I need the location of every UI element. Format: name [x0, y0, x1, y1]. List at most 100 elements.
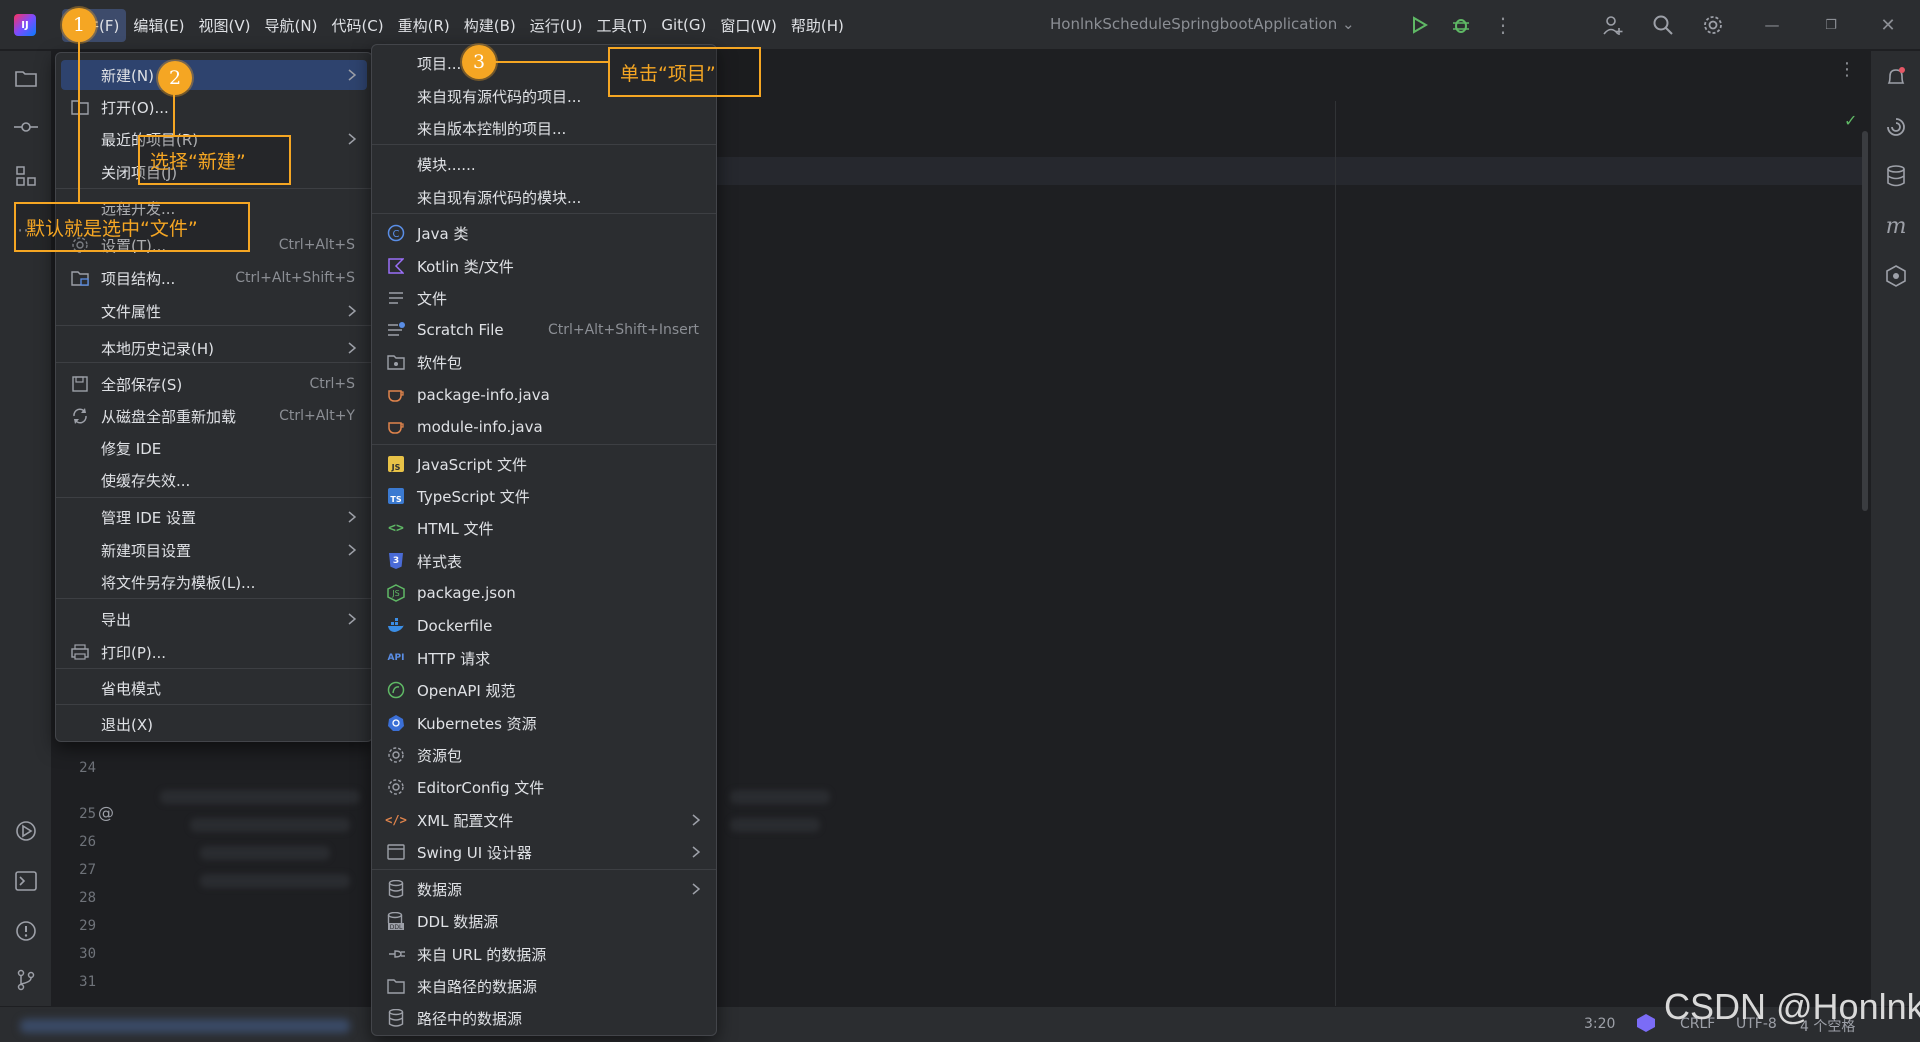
new-menu-item-22[interactable]: 资源包: [377, 740, 711, 770]
file-menu-item-20[interactable]: 退出(X): [61, 709, 367, 739]
new-menu-item-18[interactable]: Dockerfile: [377, 611, 711, 641]
editorconfig-icon: [387, 778, 405, 796]
file-menu-item-17[interactable]: 导出: [61, 604, 367, 634]
file-menu-item-label: 管理 IDE 设置: [101, 508, 196, 527]
commit-icon[interactable]: [11, 112, 41, 142]
new-menu-item-13[interactable]: JS JavaScript 文件: [377, 449, 711, 479]
close-icon[interactable]: ✕: [1875, 12, 1901, 38]
new-menu-item-25[interactable]: Swing UI 设计器: [377, 837, 711, 867]
settings-icon[interactable]: [1700, 12, 1726, 38]
file-menu-item-14[interactable]: 管理 IDE 设置: [61, 502, 367, 532]
gutter-annotation-icon[interactable]: @: [98, 803, 114, 822]
notifications-icon[interactable]: [1881, 63, 1911, 93]
file-menu-item-16[interactable]: 将文件另存为模板(L)...: [61, 567, 367, 597]
new-menu-item-27[interactable]: DDL DDL 数据源: [377, 906, 711, 936]
file-menu-item-7[interactable]: 项目结构... Ctrl+Alt+Shift+S: [61, 263, 367, 293]
menu-edit[interactable]: 编辑(E): [126, 9, 191, 42]
file-menu-item-9[interactable]: 本地历史记录(H): [61, 333, 367, 363]
menu-separator: [56, 325, 372, 326]
new-menu-item-28[interactable]: 来自 URL 的数据源: [377, 939, 711, 969]
project-folder-icon[interactable]: [11, 63, 41, 93]
ai-status-icon[interactable]: [1636, 1013, 1656, 1037]
new-menu-item-15[interactable]: <> HTML 文件: [377, 513, 711, 543]
app-logo-icon[interactable]: IJ: [14, 14, 36, 36]
ai-assistant-icon[interactable]: [1881, 112, 1911, 142]
minimize-icon[interactable]: —: [1759, 12, 1785, 38]
new-menu-item-20[interactable]: OpenAPI 规范: [377, 675, 711, 705]
file-menu-item-12[interactable]: 修复 IDE: [61, 433, 367, 463]
new-menu-item-16[interactable]: 3 样式表: [377, 546, 711, 576]
line-number: 27: [79, 862, 96, 878]
line-number: 25: [79, 806, 96, 822]
folder-icon: [387, 977, 405, 995]
structure-icon[interactable]: [11, 161, 41, 191]
problems-icon[interactable]: [11, 916, 41, 946]
menu-refactor[interactable]: 重构(R): [391, 9, 457, 42]
new-menu-item-14[interactable]: TS TypeScript 文件: [377, 481, 711, 511]
search-icon[interactable]: [1650, 12, 1676, 38]
menu-tools[interactable]: 工具(T): [589, 9, 654, 42]
blurred-code-line: [730, 790, 830, 804]
file-menu-item-15[interactable]: 新建项目设置: [61, 535, 367, 565]
new-menu-item-23[interactable]: EditorConfig 文件: [377, 772, 711, 802]
run-configuration-selector[interactable]: HonlnkScheduleSpringbootApplication ⌄: [1050, 15, 1355, 33]
new-menu-item-label: 来自现有源代码的模块...: [417, 188, 582, 207]
run-icon[interactable]: [1406, 12, 1432, 38]
debug-icon[interactable]: [1448, 12, 1474, 38]
file-menu-item-11[interactable]: 从磁盘全部重新加载 Ctrl+Alt+Y: [61, 401, 367, 431]
blurred-code-line: [160, 790, 360, 804]
editor-more-icon[interactable]: ⋮: [1838, 59, 1856, 80]
new-menu-item-12[interactable]: module-info.java: [377, 412, 711, 442]
file-menu-item-10[interactable]: 全部保存(S) Ctrl+S: [61, 369, 367, 399]
maven-icon[interactable]: m: [1881, 211, 1911, 241]
new-menu-item-30[interactable]: 路径中的数据源: [377, 1003, 711, 1033]
menu-help[interactable]: 帮助(H): [784, 9, 851, 42]
caret-position[interactable]: 3:20: [1584, 1016, 1615, 1032]
file-menu-item-13[interactable]: 使缓存失效...: [61, 465, 367, 495]
menu-window[interactable]: 窗口(W): [713, 9, 784, 42]
new-menu-item-9[interactable]: Scratch File Ctrl+Alt+Shift+Insert: [377, 315, 711, 345]
new-menu-item-7[interactable]: Kotlin 类/文件: [377, 251, 711, 281]
file-menu-item-18[interactable]: 打印(P)...: [61, 637, 367, 667]
file-menu-item-8[interactable]: 文件属性: [61, 296, 367, 326]
menu-navigate[interactable]: 导航(N): [258, 9, 325, 42]
new-menu-item-label: JavaScript 文件: [417, 455, 527, 474]
new-menu-item-26[interactable]: 数据源: [377, 874, 711, 904]
java-file-icon: [387, 418, 405, 436]
new-menu-item-11[interactable]: package-info.java: [377, 380, 711, 410]
menu-separator: [56, 704, 372, 705]
menu-separator: [372, 213, 716, 214]
new-menu-item-8[interactable]: 文件: [377, 283, 711, 313]
more-icon[interactable]: ⋮: [1490, 12, 1516, 38]
new-menu-item-17[interactable]: JS package.json: [377, 578, 711, 608]
database-tool-icon[interactable]: [1881, 161, 1911, 191]
menu-code[interactable]: 代码(C): [324, 9, 390, 42]
file-menu-item-2[interactable]: 打开(O)...: [61, 92, 367, 122]
restore-icon[interactable]: ❐: [1818, 12, 1844, 38]
add-user-icon[interactable]: [1600, 12, 1626, 38]
new-menu-item-5[interactable]: 来自现有源代码的模块...: [377, 182, 711, 212]
chevron-right-icon: [691, 881, 701, 897]
services-icon[interactable]: [11, 816, 41, 846]
new-menu-item-19[interactable]: API HTTP 请求: [377, 643, 711, 673]
menu-view[interactable]: 视图(V): [192, 9, 258, 42]
git-branch-icon[interactable]: [11, 965, 41, 995]
new-menu-item-21[interactable]: Kubernetes 资源: [377, 708, 711, 738]
new-menu-item-10[interactable]: 软件包: [377, 347, 711, 377]
file-menu-item-19[interactable]: 省电模式: [61, 673, 367, 703]
editor-scrollbar[interactable]: [1862, 131, 1868, 511]
java-file-icon: [387, 386, 405, 404]
menu-build[interactable]: 构建(B): [457, 9, 523, 42]
plugin-icon[interactable]: [1881, 261, 1911, 291]
file-menu-item-label: 文件属性: [101, 302, 162, 321]
new-menu-item-3[interactable]: 来自版本控制的项目...: [377, 113, 711, 143]
menu-run[interactable]: 运行(U): [523, 9, 590, 42]
new-menu-item-4[interactable]: 模块......: [377, 149, 711, 179]
new-menu-item-24[interactable]: </> XML 配置文件: [377, 805, 711, 835]
new-menu-item-29[interactable]: 来自路径的数据源: [377, 971, 711, 1001]
new-menu-item-6[interactable]: C Java 类: [377, 218, 711, 248]
blurred-breadcrumb: [20, 1019, 350, 1033]
menu-git[interactable]: Git(G): [654, 10, 713, 40]
terminal-icon[interactable]: [11, 866, 41, 896]
file-menu-item-1[interactable]: 新建(N): [61, 60, 367, 90]
